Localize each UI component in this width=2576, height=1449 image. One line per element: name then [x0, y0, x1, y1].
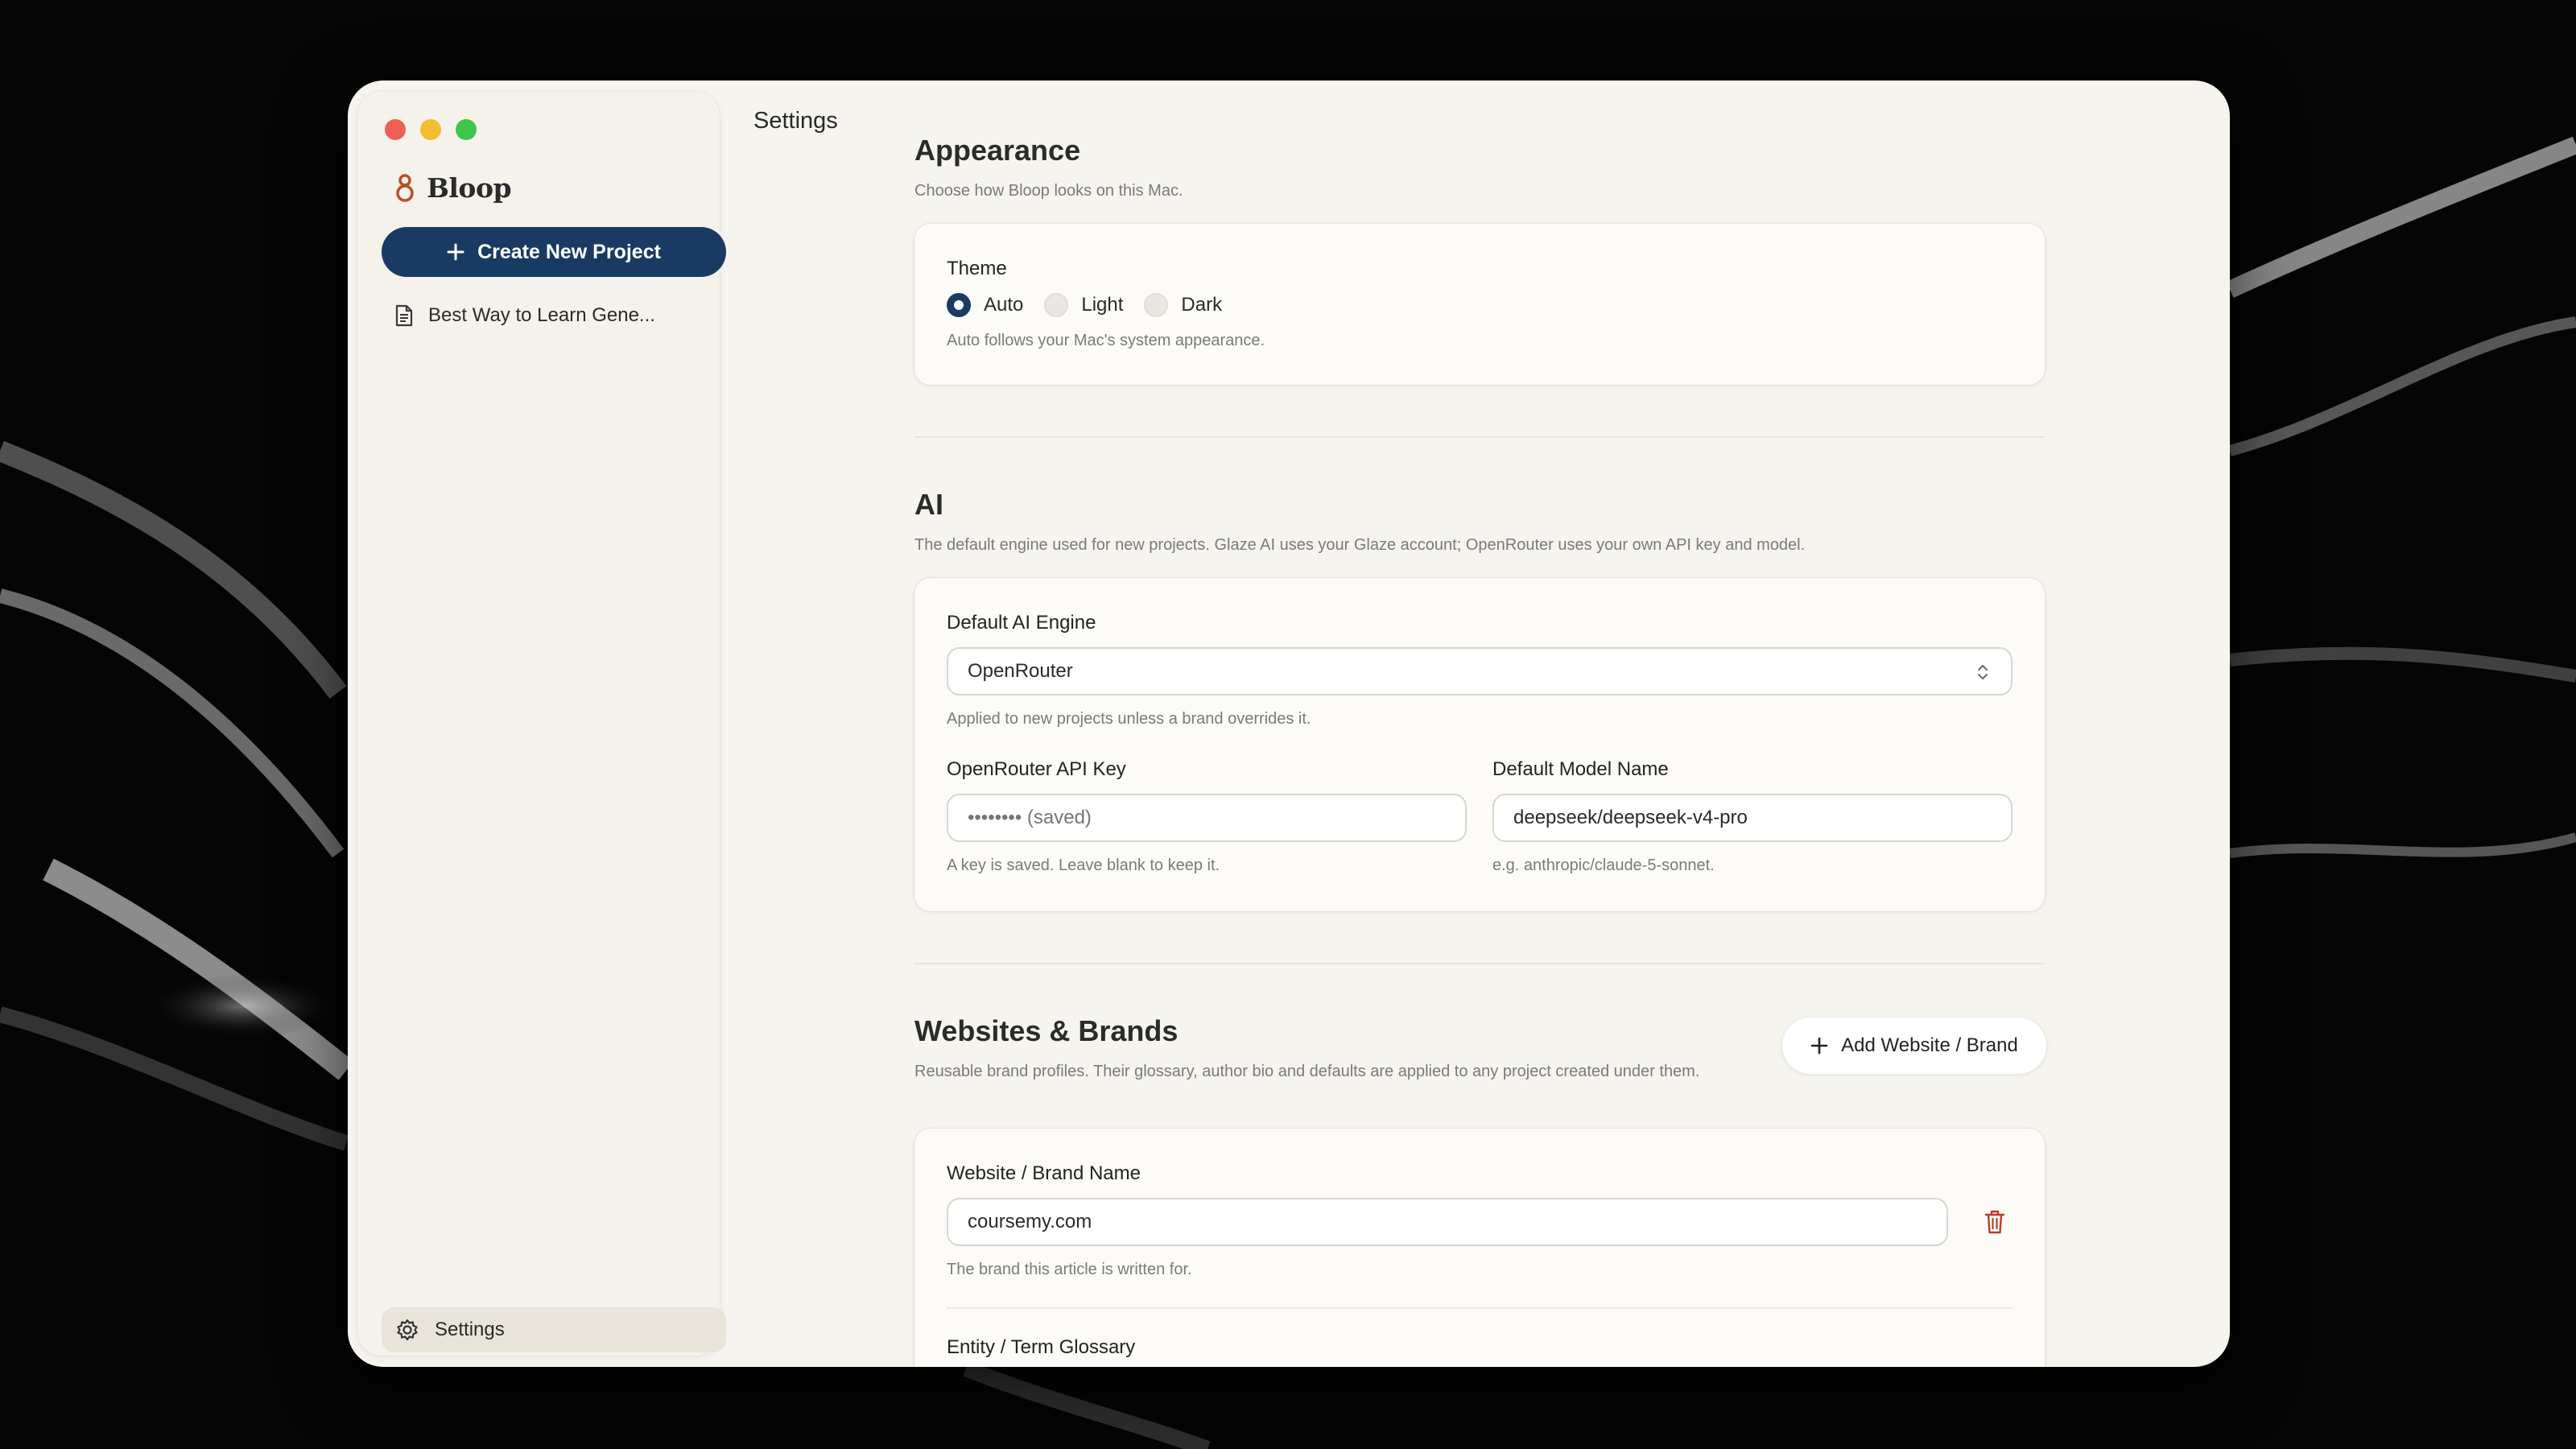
project-title: Best Way to Learn Gene...: [428, 304, 655, 326]
settings-label: Settings: [435, 1319, 505, 1340]
sidebar-item-settings[interactable]: Settings: [382, 1307, 726, 1352]
logo-icon: [396, 173, 414, 202]
chevron-updown-icon: [1978, 665, 1988, 679]
ai-description: The default engine used for new projects…: [914, 536, 1806, 554]
gear-icon: [397, 1319, 418, 1341]
glossary-label: Entity / Term Glossary: [947, 1336, 1136, 1358]
section-divider: [914, 436, 2045, 438]
api-key-label: OpenRouter API Key: [947, 758, 1126, 780]
brand-name-value: coursemy.com: [968, 1211, 1092, 1232]
app-brand: Bloop: [394, 172, 512, 204]
page-title: Settings: [753, 108, 838, 134]
brands-title: Websites & Brands: [914, 1014, 1179, 1047]
theme-help: Auto follows your Mac's system appearanc…: [947, 332, 1265, 349]
model-label: Default Model Name: [1492, 758, 1669, 780]
create-new-project-button[interactable]: Create New Project: [382, 227, 726, 277]
ai-title: AI: [914, 488, 943, 521]
model-value: deepseek/deepseek-v4-pro: [1513, 807, 1748, 828]
minimize-window-button[interactable]: [420, 119, 441, 140]
theme-radio-light[interactable]: [1044, 293, 1069, 317]
create-button-label: Create New Project: [477, 240, 661, 263]
theme-option-label: Dark: [1181, 294, 1223, 316]
section-divider: [914, 963, 2045, 964]
theme-option-label: Auto: [984, 294, 1024, 316]
engine-select[interactable]: OpenRouter: [947, 647, 2013, 696]
theme-option-label: Light: [1081, 294, 1124, 316]
sidebar: Bloop Create New Project Best Way to Lea…: [357, 92, 726, 1356]
trash-icon[interactable]: [1984, 1209, 2006, 1235]
project-list-item[interactable]: Best Way to Learn Gene...: [394, 304, 655, 327]
brand-name-input[interactable]: coursemy.com: [947, 1198, 1948, 1246]
engine-selected-value: OpenRouter: [968, 660, 1073, 682]
brand-name-label: Website / Brand Name: [947, 1162, 1141, 1184]
engine-label: Default AI Engine: [947, 612, 1096, 634]
brands-description: Reusable brand profiles. Their glossary,…: [914, 1063, 1700, 1080]
model-input[interactable]: deepseek/deepseek-v4-pro: [1492, 794, 2013, 842]
document-icon: [395, 304, 413, 327]
api-key-help: A key is saved. Leave blank to keep it.: [947, 857, 1220, 874]
brand-name-help: The brand this article is written for.: [947, 1261, 1192, 1278]
add-button-label: Add Website / Brand: [1841, 1034, 2018, 1056]
appearance-title: Appearance: [914, 134, 1081, 167]
brand-name: Bloop: [427, 172, 512, 204]
ai-card: Default AI Engine OpenRouter Applied to …: [914, 578, 2045, 911]
engine-help: Applied to new projects unless a brand o…: [947, 710, 1311, 728]
theme-label: Theme: [947, 258, 1007, 279]
api-key-input[interactable]: [947, 794, 1467, 842]
plus-icon: [1810, 1037, 1828, 1055]
appearance-description: Choose how Bloop looks on this Mac.: [914, 182, 1183, 200]
appearance-card: Theme Auto Light Dark Auto follows your …: [914, 224, 2045, 385]
theme-radio-dark[interactable]: [1144, 293, 1169, 317]
theme-radio-auto[interactable]: [947, 293, 971, 317]
plus-icon: [447, 243, 464, 261]
close-window-button[interactable]: [385, 119, 406, 140]
brand-card: Website / Brand Name coursemy.com The br…: [914, 1129, 2045, 1367]
theme-radio-group: Auto Light Dark: [947, 293, 1243, 317]
app-window: Bloop Create New Project Best Way to Lea…: [348, 80, 2230, 1367]
zoom-window-button[interactable]: [456, 119, 477, 140]
model-help: e.g. anthropic/claude-5-sonnet.: [1492, 857, 1715, 874]
add-website-brand-button[interactable]: Add Website / Brand: [1782, 1018, 2046, 1074]
field-divider: [947, 1307, 2013, 1309]
